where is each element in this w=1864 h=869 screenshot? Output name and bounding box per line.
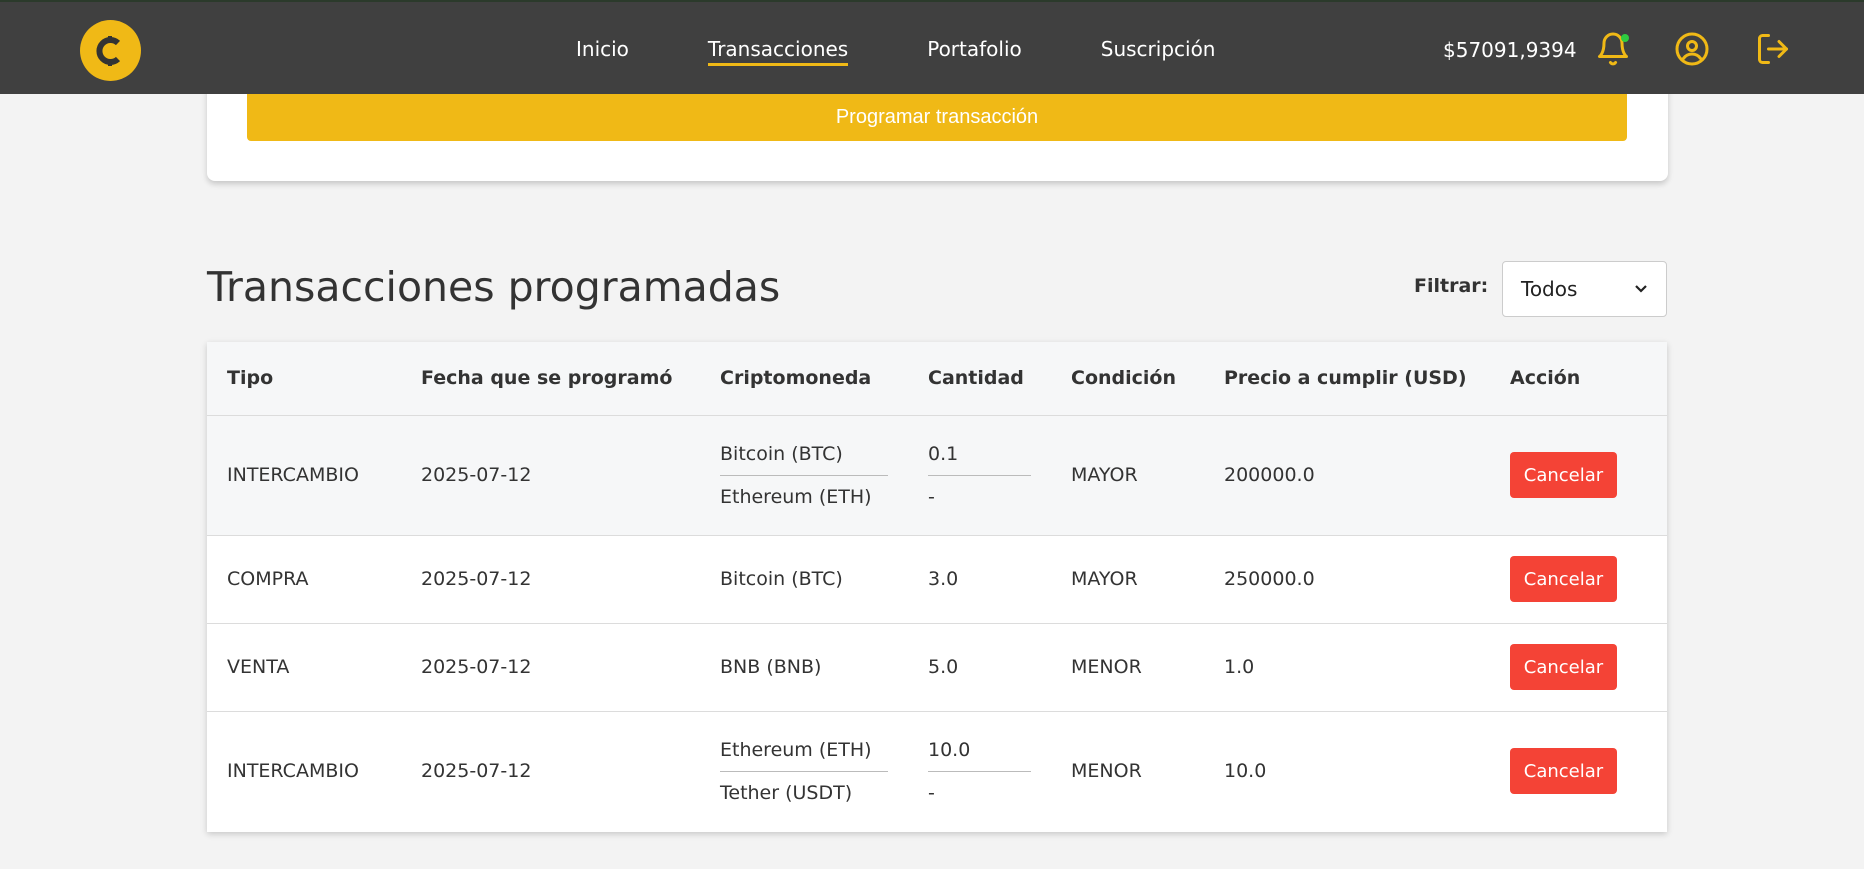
cell-tipo: INTERCAMBIO xyxy=(227,760,359,783)
cell-cripto-from: Ethereum (ETH) xyxy=(720,729,888,772)
nav-link-transacciones[interactable]: Transacciones xyxy=(707,37,849,66)
cell-cantidad-from: 0.1 xyxy=(928,433,1031,476)
filter-select[interactable]: Todos xyxy=(1502,261,1667,317)
bell-icon[interactable] xyxy=(1595,31,1631,67)
coin-logo-icon[interactable] xyxy=(80,20,141,81)
column-header-accion: Acción xyxy=(1510,367,1581,390)
column-header-precio: Precio a cumplir (USD) xyxy=(1224,367,1467,390)
cell-cantidad: 5.0 xyxy=(928,656,959,678)
cell-precio: 250000.0 xyxy=(1224,568,1315,590)
cell-cripto-from: Bitcoin (BTC) xyxy=(720,433,888,476)
column-header-fecha: Fecha que se programó xyxy=(421,367,673,390)
cell-cripto: BNB (BNB) xyxy=(720,656,822,678)
cell-fecha: 2025-07-12 xyxy=(421,568,532,590)
nav-link-portafolio[interactable]: Portafolio xyxy=(927,37,1022,61)
cell-cantidad-to: - xyxy=(928,485,935,508)
column-header-criptomoneda: Criptomoneda xyxy=(720,367,872,390)
cell-fecha: 2025-07-12 xyxy=(421,464,532,486)
cell-cripto-to: Ethereum (ETH) xyxy=(720,485,872,508)
scheduled-transactions-table: Tipo Fecha que se programó Criptomoneda … xyxy=(207,342,1667,832)
cancel-button[interactable]: Cancelar xyxy=(1510,556,1617,602)
filter-label: Filtrar: xyxy=(1414,275,1489,297)
logout-icon[interactable] xyxy=(1755,31,1791,67)
cell-tipo: INTERCAMBIO xyxy=(227,464,359,486)
table-row: INTERCAMBIO 2025-07-12 Bitcoin (BTC) Eth… xyxy=(207,415,1667,535)
user-circle-icon[interactable] xyxy=(1674,31,1710,67)
filter-selected-value: Todos xyxy=(1521,277,1578,301)
cell-tipo: COMPRA xyxy=(227,568,309,590)
cell-condicion: MENOR xyxy=(1071,656,1142,678)
cell-fecha: 2025-07-12 xyxy=(421,656,532,678)
page-title: Transacciones programadas xyxy=(207,263,781,311)
nav-link-suscripcion[interactable]: Suscripción xyxy=(1101,37,1216,61)
cell-precio: 10.0 xyxy=(1224,760,1267,783)
cancel-button[interactable]: Cancelar xyxy=(1510,452,1617,498)
schedule-transaction-button[interactable]: Programar transacción xyxy=(247,94,1627,141)
cell-precio: 200000.0 xyxy=(1224,464,1315,486)
main-nav: Inicio Transacciones Portafolio Suscripc… xyxy=(576,2,1294,96)
column-header-tipo: Tipo xyxy=(227,367,274,390)
chevron-down-icon xyxy=(1635,285,1647,293)
cell-fecha: 2025-07-12 xyxy=(421,760,532,783)
nav-link-inicio[interactable]: Inicio xyxy=(576,37,629,61)
table-row: COMPRA 2025-07-12 Bitcoin (BTC) 3.0 MAYO… xyxy=(207,535,1667,623)
cell-cantidad-from: 10.0 xyxy=(928,729,1031,772)
cell-precio: 1.0 xyxy=(1224,656,1255,678)
table-row: VENTA 2025-07-12 BNB (BNB) 5.0 MENOR 1.0… xyxy=(207,623,1667,711)
cell-cripto: Bitcoin (BTC) xyxy=(720,568,843,590)
cell-tipo: VENTA xyxy=(227,656,290,678)
notification-dot xyxy=(1621,34,1629,42)
cancel-button[interactable]: Cancelar xyxy=(1510,748,1617,795)
cell-cripto-to: Tether (USDT) xyxy=(720,781,853,804)
column-header-cantidad: Cantidad xyxy=(928,367,1024,390)
cell-condicion: MAYOR xyxy=(1071,568,1138,590)
cell-cantidad-to: - xyxy=(928,781,935,804)
cancel-button[interactable]: Cancelar xyxy=(1510,644,1617,690)
table-header-row: Tipo Fecha que se programó Criptomoneda … xyxy=(207,342,1667,415)
balance-display: $57091,9394 xyxy=(1443,38,1577,62)
table-row: INTERCAMBIO 2025-07-12 Ethereum (ETH) Te… xyxy=(207,711,1667,831)
cell-cantidad: 3.0 xyxy=(928,568,959,590)
column-header-condicion: Condición xyxy=(1071,367,1176,390)
navbar: Inicio Transacciones Portafolio Suscripc… xyxy=(0,0,1864,94)
cell-condicion: MAYOR xyxy=(1071,464,1138,486)
cell-condicion: MENOR xyxy=(1071,760,1142,783)
